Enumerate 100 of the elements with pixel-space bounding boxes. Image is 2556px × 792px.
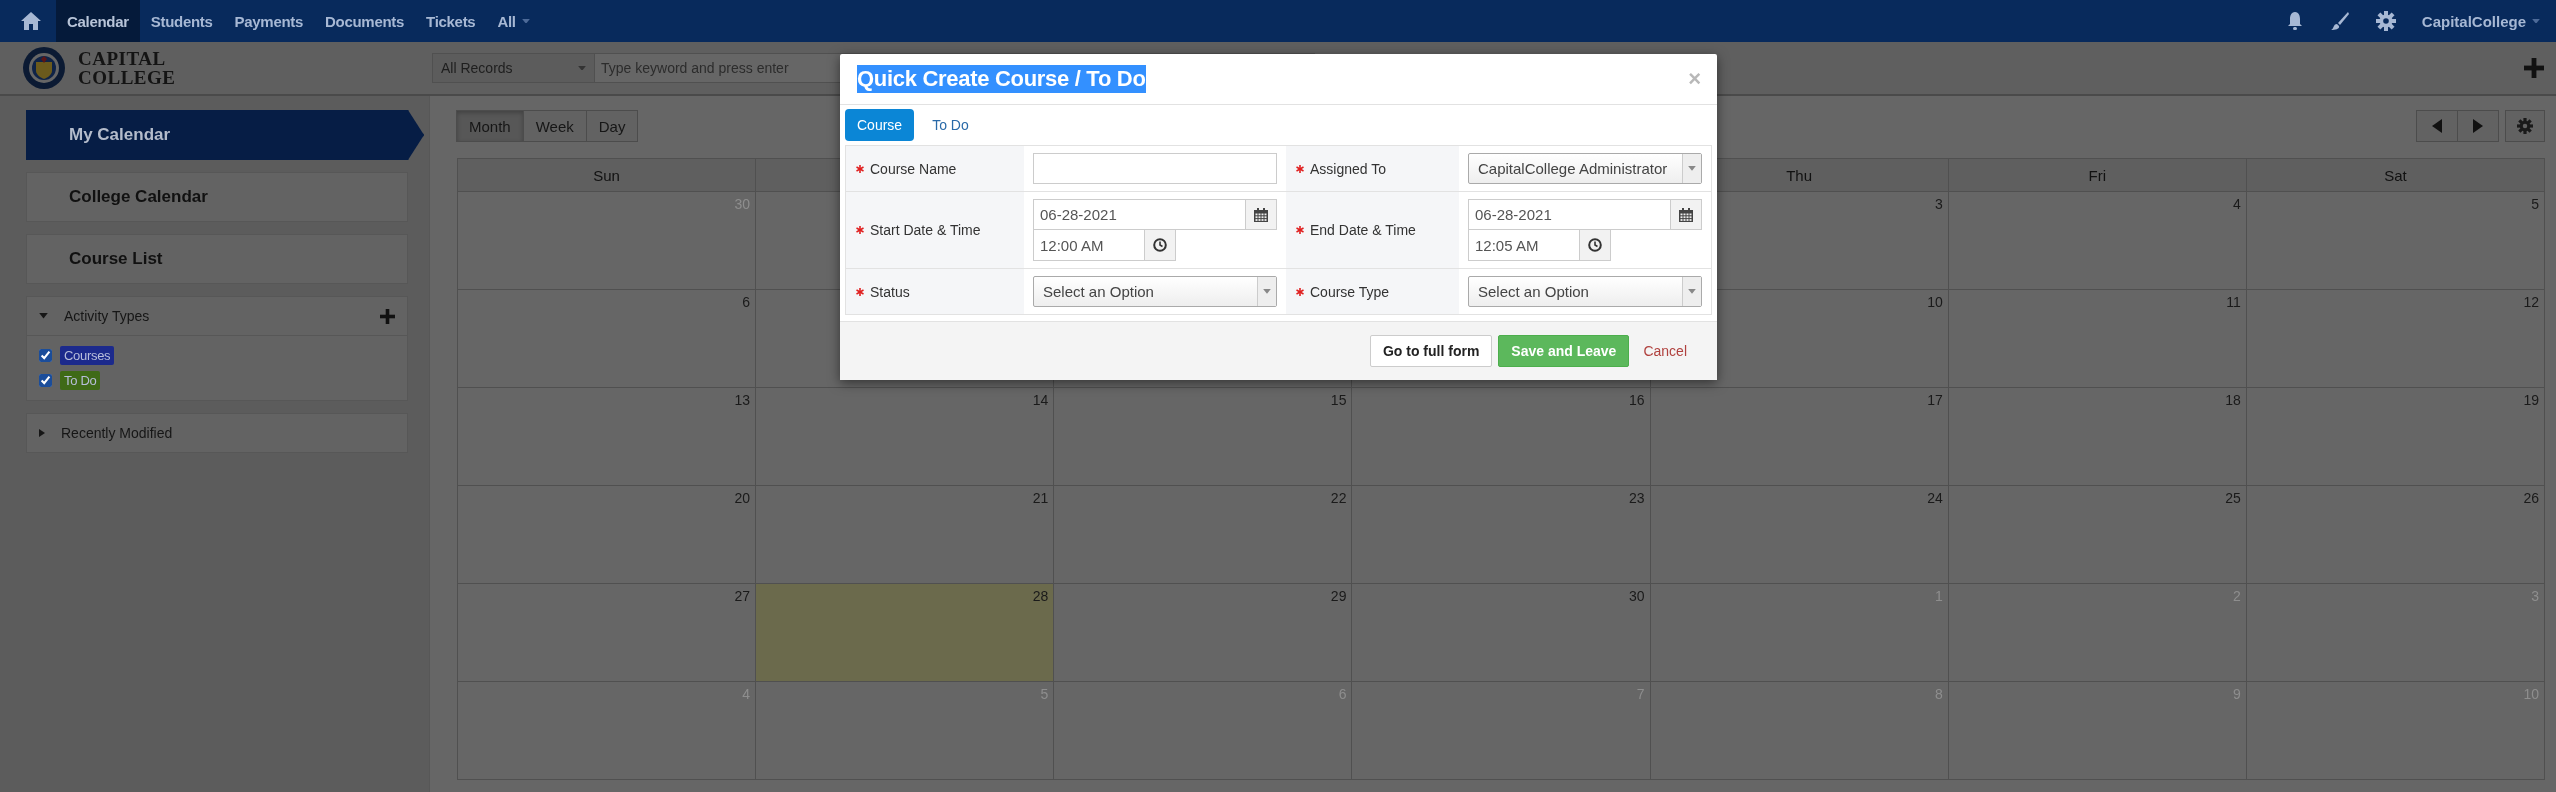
field-label: Course Type <box>1310 283 1390 300</box>
calendar-icon[interactable] <box>1254 207 1268 222</box>
view-tab[interactable]: Day <box>585 110 639 142</box>
field-label: Start Date & Time <box>870 222 981 238</box>
next-button[interactable] <box>2457 110 2499 142</box>
day-number: 6 <box>742 294 751 310</box>
weekday-header: Sun <box>458 159 757 192</box>
date-field[interactable]: 06-28-2021 <box>1468 199 1702 230</box>
day-number: 20 <box>734 490 751 506</box>
day-number: 22 <box>1330 490 1347 506</box>
day-number: 18 <box>2225 392 2241 408</box>
calendar-day-cell[interactable]: 23 <box>1352 486 1651 584</box>
nav-tab[interactable]: All <box>486 0 541 42</box>
brand-name: CAPITAL <box>78 49 167 68</box>
calendar-day-cell[interactable]: 14 <box>756 388 1055 486</box>
view-tab[interactable]: Month <box>456 110 524 142</box>
day-number: 16 <box>1629 392 1645 408</box>
left-triangle-icon[interactable] <box>2432 119 2442 133</box>
day-number: 17 <box>1927 392 1943 408</box>
calendar-day-cell[interactable]: 12 <box>2246 290 2545 388</box>
calendar-icon[interactable] <box>1679 207 1693 222</box>
full-form-button[interactable]: Go to full form <box>1369 335 1493 367</box>
calendar-day-cell[interactable]: 15 <box>1054 388 1353 486</box>
day-number: 14 <box>1032 392 1049 408</box>
tab[interactable]: To Do <box>920 109 981 141</box>
activity-tag[interactable]: To Do <box>60 371 101 390</box>
caret-down-icon[interactable] <box>2532 18 2540 24</box>
caret-down-icon[interactable] <box>1263 289 1271 294</box>
day-number: 27 <box>734 588 751 604</box>
day-number: 13 <box>734 392 751 408</box>
close-button[interactable]: × <box>1688 66 1701 92</box>
day-number: 3 <box>1934 196 1943 212</box>
brand-name: COLLEGE <box>78 68 176 87</box>
nav-tab[interactable]: Payments <box>223 0 315 42</box>
calendar-day-cell[interactable]: 6 <box>458 290 757 388</box>
home-icon[interactable] <box>20 11 42 31</box>
nav-tab[interactable]: Tickets <box>415 0 487 42</box>
nav-tab[interactable]: Students <box>139 0 224 42</box>
time-field[interactable]: 12:00 AM <box>1033 230 1176 261</box>
expand-caret-icon[interactable] <box>39 429 45 437</box>
day-number: 26 <box>2523 490 2539 506</box>
calendar-day-cell[interactable]: 28 <box>756 584 1055 682</box>
calendar-day-cell[interactable]: 26 <box>2246 486 2545 584</box>
caret-down-icon[interactable] <box>578 65 586 71</box>
clock-icon[interactable] <box>1588 238 1602 252</box>
nav-tab[interactable]: Documents <box>314 0 416 42</box>
calendar-day-cell[interactable]: 4 <box>1948 192 2247 290</box>
caret-down-icon[interactable] <box>521 18 530 24</box>
nav-tab[interactable]: Calendar <box>56 0 140 42</box>
time-field[interactable]: 12:05 AM <box>1468 230 1611 261</box>
plus-icon[interactable] <box>2524 58 2544 78</box>
brush-icon[interactable] <box>2329 11 2350 31</box>
calendar-day-cell[interactable]: 30 <box>1352 584 1651 682</box>
caret-down-icon[interactable] <box>1688 289 1696 294</box>
field-label: Assigned To <box>1310 160 1386 177</box>
calendar-day-cell[interactable]: 5 <box>2246 192 2545 290</box>
calendar-day-cell[interactable]: 16 <box>1352 388 1651 486</box>
panel-title: Recently Modified <box>61 425 174 441</box>
settings-icon[interactable] <box>2375 11 2396 31</box>
sidebar-item[interactable]: Course List <box>26 234 408 284</box>
calendar-day-cell[interactable]: 25 <box>1948 486 2247 584</box>
plus-icon[interactable] <box>380 308 395 324</box>
collapse-caret-icon[interactable] <box>39 313 48 319</box>
settings-button[interactable] <box>2505 110 2545 142</box>
calendar-day-cell[interactable]: 29 <box>1054 584 1353 682</box>
view-tab[interactable]: Week <box>522 110 587 142</box>
date-field[interactable]: 06-28-2021 <box>1033 199 1277 230</box>
tab[interactable]: Course <box>845 109 915 141</box>
calendar-day-cell[interactable]: 24 <box>1650 486 1949 584</box>
select-dropdown[interactable]: CapitalCollege Administrator <box>1468 153 1702 184</box>
activity-tag[interactable]: Courses <box>60 346 115 365</box>
clock-icon[interactable] <box>1153 238 1167 252</box>
dialog-title: Quick Create Course / To Do <box>857 65 1146 93</box>
settings-icon[interactable] <box>2517 118 2533 134</box>
previous-button[interactable] <box>2416 110 2458 142</box>
college-seal-logo <box>22 46 66 90</box>
save-button[interactable]: Save and Leave <box>1498 335 1630 367</box>
select-dropdown[interactable]: Select an Option <box>1468 276 1702 307</box>
calendar-day-cell[interactable]: 13 <box>458 388 757 486</box>
checkbox[interactable] <box>39 349 52 362</box>
user-menu[interactable]: CapitalCollege <box>2421 12 2540 30</box>
right-triangle-icon[interactable] <box>2473 119 2483 133</box>
calendar-day-cell[interactable]: 11 <box>1948 290 2247 388</box>
day-number: 10 <box>1927 294 1943 310</box>
calendar-day-cell[interactable]: 20 <box>458 486 757 584</box>
calendar-day-cell[interactable]: 19 <box>2246 388 2545 486</box>
day-number: 29 <box>1330 588 1347 604</box>
caret-down-icon[interactable] <box>1688 166 1696 171</box>
select-dropdown[interactable]: Select an Option <box>1033 276 1277 307</box>
sidebar-item[interactable]: College Calendar <box>26 172 408 222</box>
record-scope-dropdown[interactable]: All Records <box>432 53 595 83</box>
calendar-day-cell[interactable]: 18 <box>1948 388 2247 486</box>
day-number: 5 <box>2531 196 2539 212</box>
day-number: 21 <box>1032 490 1049 506</box>
calendar-day-cell[interactable]: 22 <box>1054 486 1353 584</box>
sidebar-item[interactable]: My Calendar <box>26 110 424 160</box>
checkbox[interactable] <box>39 374 52 387</box>
text-field[interactable] <box>1033 153 1277 184</box>
panel-title: Activity Types <box>64 308 151 324</box>
calendar-day-cell[interactable]: 17 <box>1650 388 1949 486</box>
